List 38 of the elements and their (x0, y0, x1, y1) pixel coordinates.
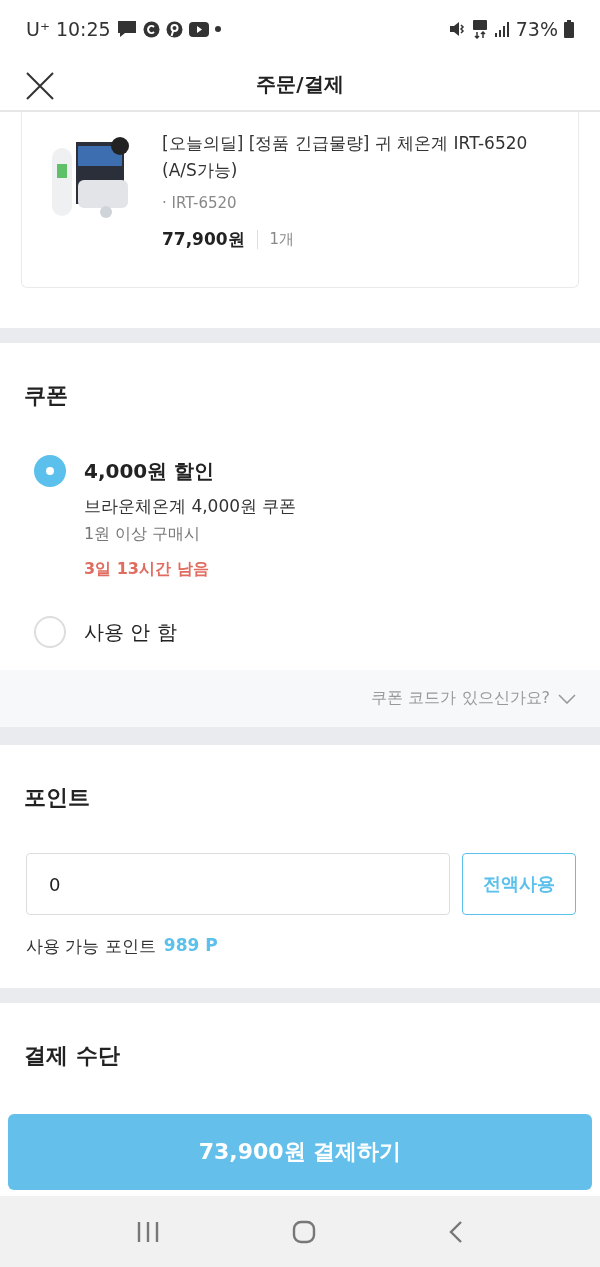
carrier-label: U⁺ (26, 18, 50, 40)
section-title: 쿠폰 (24, 382, 69, 410)
pin-circle-icon (165, 20, 183, 38)
battery-icon (564, 20, 574, 38)
clock: 10:25 (55, 18, 111, 40)
back-button[interactable] (448, 1219, 464, 1244)
coupon-title: 4,000원 할인 (84, 458, 216, 485)
product-name: [오늘의딜] [정품 긴급물량] 귀 체온계 IRT-6520 (A/S가능) (162, 132, 529, 182)
dot-icon (214, 26, 221, 32)
coupon-code-link[interactable]: 쿠폰 코드가 있으신가요? (371, 688, 576, 709)
chat-icon (116, 20, 137, 38)
c-circle-icon (142, 20, 160, 38)
pay-button[interactable]: 73,900원 결제하기 (8, 1114, 592, 1190)
chevron-down-icon (558, 693, 576, 704)
coupon-condition: 1원 이상 구매시 (84, 524, 202, 545)
page-title: 주문/결제 (256, 70, 344, 98)
section-title: 결제 수단 (24, 1042, 121, 1070)
product-option: · IRT-6520 (162, 194, 554, 212)
signal-icon (493, 21, 510, 37)
recent-apps-button[interactable] (136, 1219, 160, 1244)
home-button[interactable] (292, 1219, 316, 1244)
battery-percent: 73% (515, 18, 558, 40)
product-price: 77,900원 (162, 228, 245, 251)
option-label: 사용 안 함 (84, 619, 177, 646)
close-button[interactable] (24, 70, 56, 102)
use-all-button[interactable]: 전액사용 (462, 853, 576, 915)
radio-button[interactable] (34, 455, 66, 487)
product-quantity: 1개 (256, 230, 295, 249)
available-points-label: 사용 가능 포인트 (26, 935, 156, 958)
available-points: 989 P (163, 935, 218, 957)
section-title: 포인트 (24, 784, 91, 812)
mute-icon (447, 20, 466, 38)
radio-button[interactable] (34, 616, 66, 648)
coupon-remaining: 3일 13시간 남음 (84, 559, 210, 580)
play-icon (188, 21, 209, 37)
coupon-description: 브라운체온계 4,000원 쿠폰 (84, 495, 297, 518)
network-icon (471, 19, 488, 39)
points-input[interactable]: 0 (26, 853, 450, 915)
